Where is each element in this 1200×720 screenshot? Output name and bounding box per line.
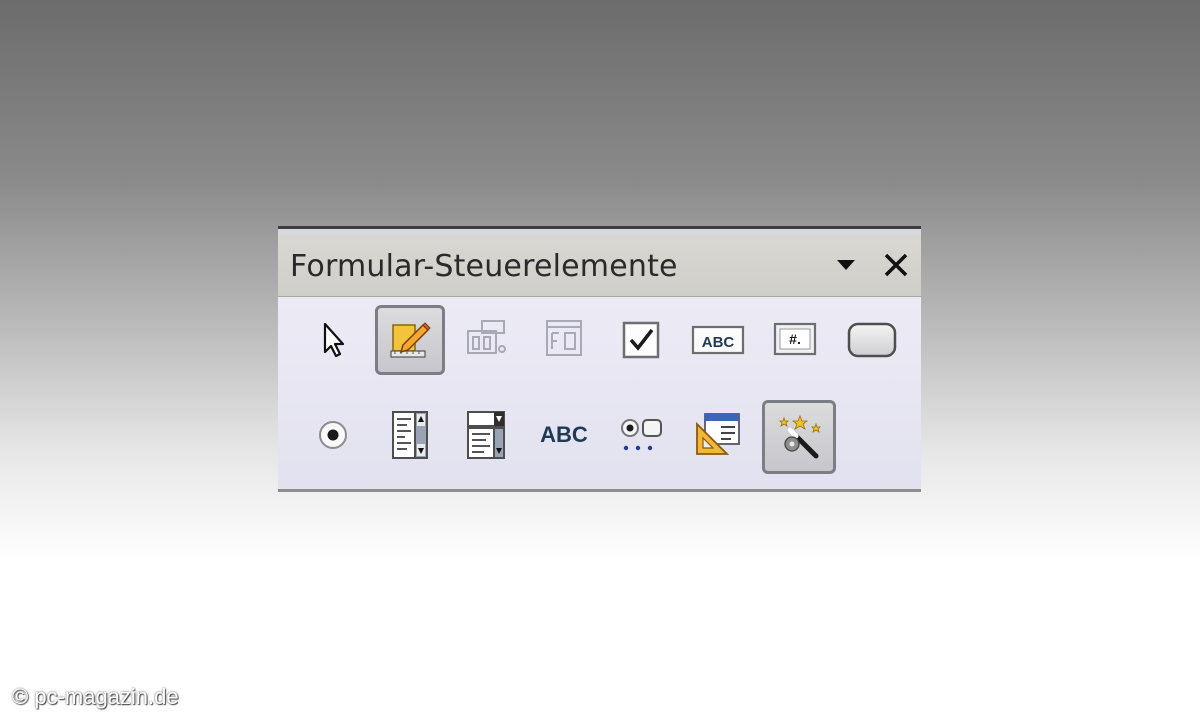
text-box-icon: ABC xyxy=(691,325,745,355)
push-button-button[interactable] xyxy=(837,305,907,375)
toolbar-close-button[interactable] xyxy=(881,250,911,280)
toolbar-titlebar[interactable]: Formular-Steuerelemente xyxy=(278,234,921,297)
form-properties-icon xyxy=(546,320,582,356)
list-box-icon xyxy=(392,411,428,459)
toolbar-menu-button[interactable] xyxy=(831,250,861,280)
text-box-label: ABC xyxy=(702,334,735,351)
more-controls-icon xyxy=(621,419,662,451)
toolbar-title: Formular-Steuerelemente xyxy=(290,249,678,284)
checkbox-button[interactable] xyxy=(606,305,676,375)
push-button-icon xyxy=(847,322,897,358)
form-controls-toolbar: Formular-Steuerelemente ABC #. ABC xyxy=(278,226,921,492)
dropdown-arrow-icon xyxy=(837,260,855,270)
option-button-icon xyxy=(319,421,347,449)
select-button[interactable] xyxy=(298,305,368,375)
wizards-on-off-icon xyxy=(779,414,821,459)
toolbar-bottom-border xyxy=(278,489,921,492)
option-button-button[interactable] xyxy=(298,400,368,470)
design-mode-button[interactable] xyxy=(375,305,445,375)
label-field-icon: ABC xyxy=(540,422,588,447)
combo-box-icon xyxy=(467,411,505,459)
formatted-field-label: #. xyxy=(789,331,801,347)
wizards-on-off-button[interactable] xyxy=(762,400,836,474)
text-box-button[interactable]: ABC xyxy=(683,305,753,375)
formatted-field-button[interactable]: #. xyxy=(760,305,830,375)
form-design-button[interactable] xyxy=(683,400,753,470)
design-mode-icon xyxy=(390,322,431,358)
close-icon xyxy=(884,253,908,277)
toolbar-body: ABC #. ABC xyxy=(278,297,921,492)
form-design-icon xyxy=(696,413,740,455)
control-properties-icon xyxy=(467,320,506,354)
formatted-field-icon: #. xyxy=(773,322,817,356)
control-properties-button xyxy=(452,305,522,375)
more-controls-button[interactable] xyxy=(606,400,676,470)
form-properties-button xyxy=(529,305,599,375)
select-pointer-icon xyxy=(323,322,345,358)
list-box-button[interactable] xyxy=(375,400,445,470)
combo-box-button[interactable] xyxy=(452,400,522,470)
copyright-watermark: © pc-magazin.de xyxy=(12,684,179,709)
label-field-button[interactable]: ABC xyxy=(529,400,599,470)
checkbox-icon xyxy=(622,321,660,359)
